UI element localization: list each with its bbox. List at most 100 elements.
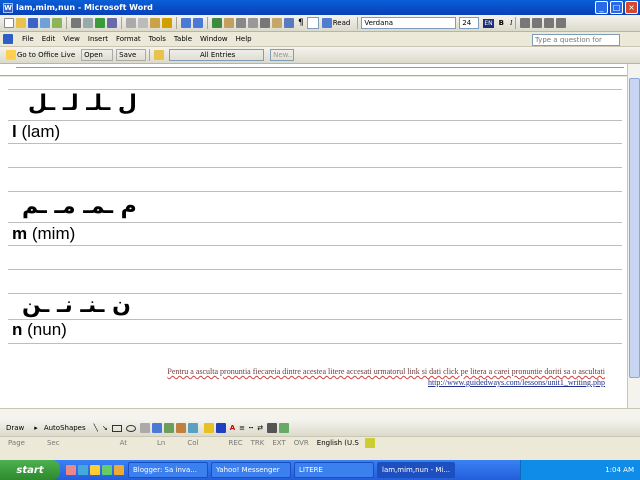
- drawing-icon[interactable]: [272, 18, 282, 28]
- picture-icon[interactable]: [187, 423, 198, 433]
- columns-icon[interactable]: [260, 18, 270, 28]
- email-icon[interactable]: [52, 18, 62, 28]
- print-icon[interactable]: [71, 18, 81, 28]
- menu-format[interactable]: Format: [116, 35, 141, 43]
- arrow-icon[interactable]: ↘: [102, 424, 108, 432]
- undo-icon[interactable]: [181, 18, 191, 28]
- task-blogger[interactable]: Blogger: Sa inva...: [128, 462, 208, 478]
- hyperlink-icon[interactable]: [212, 18, 222, 28]
- cut-icon[interactable]: [126, 18, 136, 28]
- office-live-button[interactable]: Go to Office Live: [17, 51, 75, 59]
- document-map-icon[interactable]: [284, 18, 294, 28]
- status-language: English (U.S: [316, 438, 359, 447]
- clock[interactable]: 1:04 AM: [605, 466, 634, 474]
- close-button[interactable]: ×: [625, 1, 638, 14]
- dash-style-icon[interactable]: ┅: [249, 424, 253, 432]
- status-rec[interactable]: REC: [228, 439, 242, 447]
- status-trk[interactable]: TRK: [251, 439, 265, 447]
- tables-borders-icon[interactable]: [224, 18, 234, 28]
- spelling-icon[interactable]: [95, 18, 105, 28]
- font-color-icon[interactable]: A: [230, 424, 235, 432]
- menu-view[interactable]: View: [63, 35, 80, 43]
- wordart-icon[interactable]: [151, 423, 162, 433]
- new-document-icon[interactable]: [4, 18, 14, 28]
- save-icon[interactable]: [28, 18, 38, 28]
- autoshapes-menu[interactable]: AutoShapes: [44, 424, 86, 432]
- arrow-style-icon[interactable]: ⇄: [257, 424, 263, 432]
- minimize-button[interactable]: _: [595, 1, 608, 14]
- document-icon[interactable]: [3, 34, 13, 44]
- document-page[interactable]: ل ـلـ لـ ـل l (lam) م ـمـ مـ ـم m (mim) …: [0, 77, 627, 408]
- menu-window[interactable]: Window: [200, 35, 228, 43]
- spelling-status-icon[interactable]: [364, 437, 375, 448]
- menu-table[interactable]: Table: [174, 35, 192, 43]
- menu-insert[interactable]: Insert: [88, 35, 108, 43]
- new-entry-button[interactable]: New...: [270, 49, 294, 61]
- start-button[interactable]: start: [0, 460, 60, 480]
- print-preview-icon[interactable]: [83, 18, 93, 28]
- read-icon[interactable]: [321, 18, 332, 28]
- task-word[interactable]: lam,mim,nun - Mi...: [377, 462, 455, 478]
- help-search-input[interactable]: Type a question for help: [532, 34, 620, 54]
- horizontal-ruler[interactable]: [0, 64, 640, 76]
- align-left-icon[interactable]: [520, 18, 531, 28]
- insert-table-icon[interactable]: [236, 18, 246, 28]
- fill-color-icon[interactable]: [203, 423, 214, 433]
- contacts-icon[interactable]: [154, 50, 165, 60]
- show-hide-icon[interactable]: ¶: [298, 18, 304, 28]
- horizontal-scrollbar[interactable]: [0, 408, 640, 420]
- clipart-icon[interactable]: [175, 423, 186, 433]
- quicklaunch-icon-1[interactable]: [66, 465, 76, 475]
- read-button[interactable]: Read: [333, 19, 351, 27]
- menu-tools[interactable]: Tools: [149, 35, 166, 43]
- quicklaunch-icon-4[interactable]: [102, 465, 112, 475]
- menu-edit[interactable]: Edit: [42, 35, 56, 43]
- oval-icon[interactable]: [125, 424, 136, 432]
- copy-icon[interactable]: [138, 18, 148, 28]
- line-style-icon[interactable]: ≡: [239, 424, 245, 432]
- maximize-button[interactable]: □: [610, 1, 623, 14]
- draw-menu[interactable]: Draw: [6, 424, 24, 432]
- italic-icon[interactable]: I: [510, 19, 512, 27]
- format-painter-icon[interactable]: [162, 18, 172, 28]
- font-combo[interactable]: Verdana: [361, 17, 457, 29]
- system-tray: 1:04 AM: [520, 460, 640, 480]
- align-right-icon[interactable]: [544, 18, 555, 28]
- shadow-icon[interactable]: [267, 423, 278, 433]
- all-entries-combo[interactable]: All Entries: [169, 49, 265, 61]
- permission-icon[interactable]: [40, 18, 50, 28]
- language-indicator[interactable]: EN: [483, 18, 494, 28]
- task-litere[interactable]: LITERE: [294, 462, 374, 478]
- status-ext[interactable]: EXT: [272, 439, 285, 447]
- arabic-letters-mim: م ـمـ مـ ـم: [22, 194, 137, 219]
- line-icon[interactable]: ╲: [94, 424, 98, 432]
- menu-help[interactable]: Help: [236, 35, 252, 43]
- scrollbar-thumb[interactable]: [629, 78, 640, 378]
- diagram-icon[interactable]: [163, 423, 174, 433]
- paste-icon[interactable]: [150, 18, 160, 28]
- menu-file[interactable]: File: [22, 35, 34, 43]
- task-yahoo-messenger[interactable]: Yahoo! Messenger: [211, 462, 291, 478]
- rectangle-icon[interactable]: [111, 424, 122, 432]
- research-icon[interactable]: [107, 18, 117, 28]
- redo-icon[interactable]: [193, 18, 203, 28]
- word-app-icon[interactable]: W: [3, 2, 13, 13]
- justify-icon[interactable]: [556, 18, 567, 28]
- textbox-icon[interactable]: [139, 423, 150, 433]
- vertical-scrollbar[interactable]: [627, 64, 640, 408]
- quicklaunch-icon-2[interactable]: [78, 465, 88, 475]
- zoom-combo[interactable]: [306, 17, 319, 29]
- status-ovr[interactable]: OVR: [294, 439, 309, 447]
- font-size-combo[interactable]: 24: [459, 17, 480, 29]
- bold-icon[interactable]: B: [499, 19, 504, 27]
- insert-excel-icon[interactable]: [248, 18, 258, 28]
- save-button[interactable]: Save: [116, 49, 147, 61]
- quicklaunch-icon-5[interactable]: [114, 465, 124, 475]
- open-button[interactable]: Open: [81, 49, 114, 61]
- lessons-link[interactable]: http://www.guidedways.com/lessons/unit1_…: [428, 378, 605, 387]
- 3d-icon[interactable]: [279, 423, 290, 433]
- quicklaunch-icon-3[interactable]: [90, 465, 100, 475]
- center-icon[interactable]: [532, 18, 543, 28]
- open-folder-icon[interactable]: [16, 18, 26, 28]
- line-color-icon[interactable]: [215, 423, 226, 433]
